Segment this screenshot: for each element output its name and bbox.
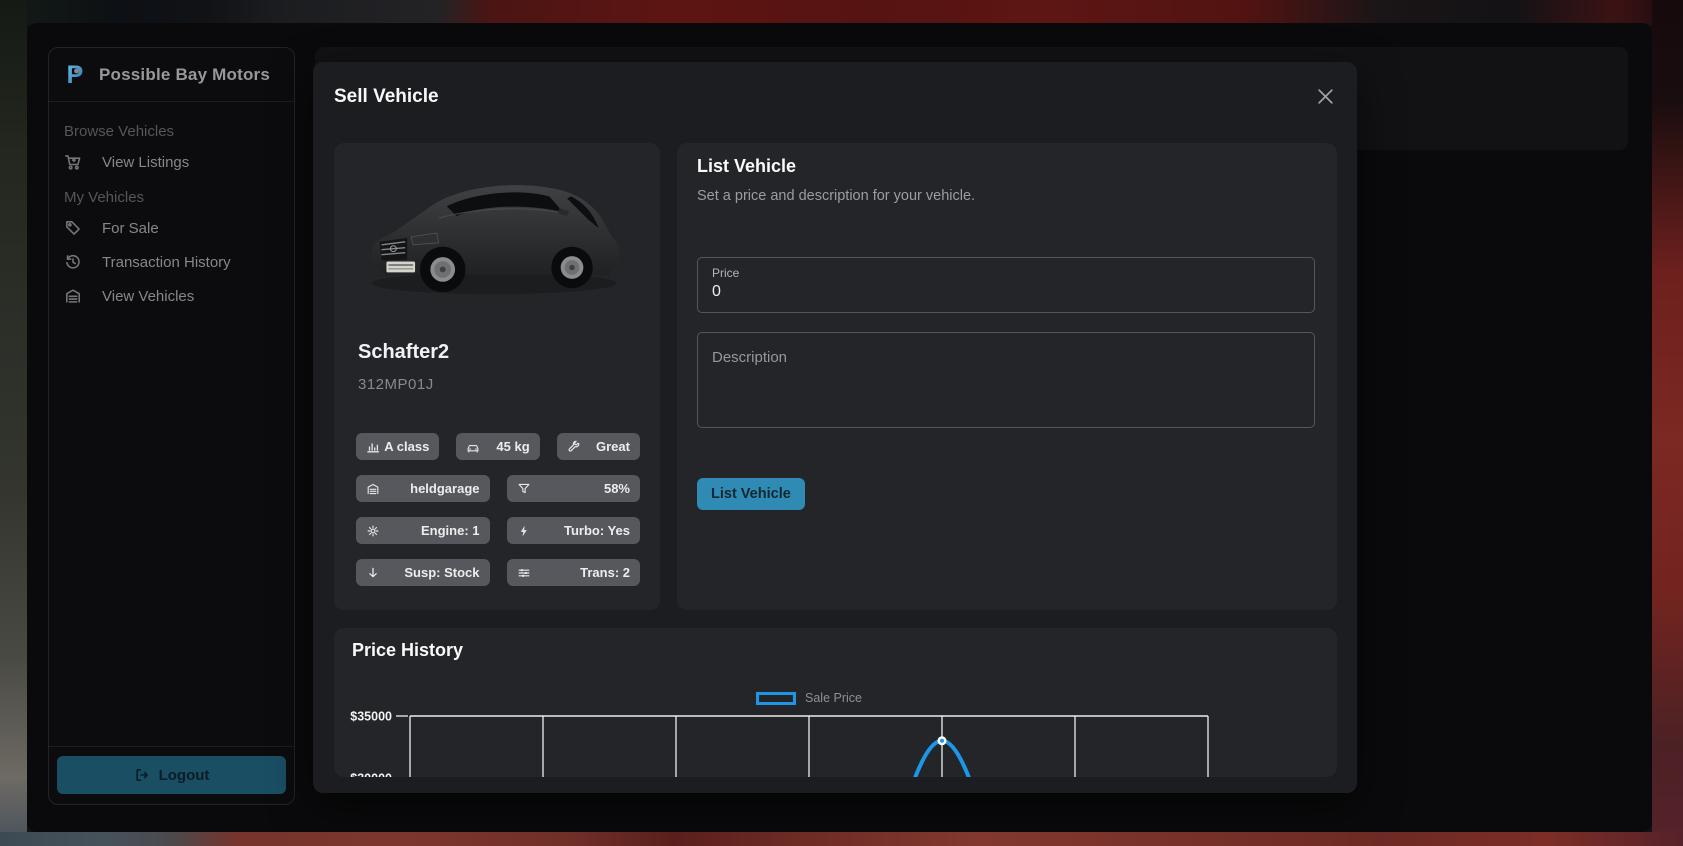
game-background-top <box>0 0 1683 25</box>
svg-text:$35000: $35000 <box>350 710 392 724</box>
stats-icon <box>366 440 380 454</box>
badge-garage: heldgarage <box>356 475 490 502</box>
sidebar-item-label: Transaction History <box>102 253 231 271</box>
badge-fuel: 58% <box>506 475 640 502</box>
badge-transmission: Trans: 2 <box>506 559 640 586</box>
brand-name: Possible Bay Motors <box>99 65 271 84</box>
sidebar-footer: Logout <box>49 746 294 804</box>
price-field-label: Price <box>712 266 740 280</box>
close-icon[interactable] <box>1313 84 1337 108</box>
vehicle-badges: A class 45 kg Great heldgarage 58% Engin… <box>356 433 640 586</box>
history-icon <box>64 253 82 271</box>
logout-button[interactable]: Logout <box>57 756 286 794</box>
sidebar-nav: Browse Vehicles View Listings My Vehicle… <box>49 102 294 313</box>
arrow-down-icon <box>366 566 380 580</box>
sidebar-item-view-listings[interactable]: View Listings <box>63 145 280 179</box>
description-field[interactable] <box>697 332 1315 428</box>
sidebar-item-transaction-history[interactable]: Transaction History <box>63 245 280 279</box>
badge-class: A class <box>356 433 440 460</box>
brand: P Possible Bay Motors <box>49 48 294 102</box>
sidebar: P Possible Bay Motors Browse Vehicles Vi… <box>48 47 295 805</box>
nav-section-browse-vehicles: Browse Vehicles <box>64 123 175 140</box>
price-field[interactable]: Price <box>697 257 1315 313</box>
logout-label: Logout <box>158 766 210 784</box>
gear-icon <box>366 524 380 538</box>
sidebar-item-view-vehicles[interactable]: View Vehicles <box>63 279 280 313</box>
bolt-icon <box>517 524 531 538</box>
badge-turbo: Turbo: Yes <box>506 517 640 544</box>
nav-section-my-vehicles: My Vehicles <box>64 189 145 206</box>
form-heading: List Vehicle <box>697 156 797 176</box>
vehicle-plate: 312MP01J <box>358 376 434 393</box>
svg-text:$30000: $30000 <box>350 772 392 778</box>
sidebar-item-label: View Listings <box>102 153 190 171</box>
list-vehicle-panel: List Vehicle Set a price and description… <box>677 143 1337 610</box>
car-icon <box>466 440 480 454</box>
badge-condition: Great <box>556 433 640 460</box>
form-subheading: Set a price and description for your veh… <box>697 188 976 204</box>
description-input[interactable] <box>698 333 1314 427</box>
badge-weight: 45 kg <box>456 433 540 460</box>
game-background-right <box>1652 0 1683 846</box>
game-background-left <box>0 0 27 846</box>
sliders-icon <box>517 566 531 580</box>
brand-logo-icon: P <box>67 62 84 88</box>
badge-suspension: Susp: Stock <box>356 559 490 586</box>
sidebar-item-label: For Sale <box>102 219 159 237</box>
wrench-icon <box>567 440 581 454</box>
list-vehicle-button[interactable]: List Vehicle <box>697 478 805 510</box>
modal-title: Sell Vehicle <box>334 86 439 107</box>
logout-icon <box>135 769 148 781</box>
vehicle-card: Schafter2 312MP01J A class 45 kg Great h… <box>334 143 660 610</box>
cart-icon <box>64 153 82 171</box>
game-background-bottom <box>0 832 1683 846</box>
sidebar-item-for-sale[interactable]: For Sale <box>63 211 280 245</box>
sidebar-item-label: View Vehicles <box>102 287 195 305</box>
tag-icon <box>64 219 82 237</box>
sell-vehicle-modal: Sell Vehicle Schafter2 312MP01J A class … <box>313 62 1357 793</box>
garage-icon <box>64 287 82 305</box>
price-history-panel: Price History Sale Price $35000 $30000 <box>334 628 1337 777</box>
garage-icon <box>366 482 380 496</box>
svg-text:P: P <box>67 62 84 88</box>
price-input[interactable] <box>712 283 1300 301</box>
vehicle-image <box>371 185 620 295</box>
app-overlay: P Possible Bay Motors Browse Vehicles Vi… <box>27 23 1652 832</box>
fuel-icon <box>517 482 531 496</box>
badge-engine: Engine: 1 <box>356 517 490 544</box>
price-history-chart: $35000 $30000 <box>350 710 1209 778</box>
vehicle-name: Schafter2 <box>358 341 450 363</box>
